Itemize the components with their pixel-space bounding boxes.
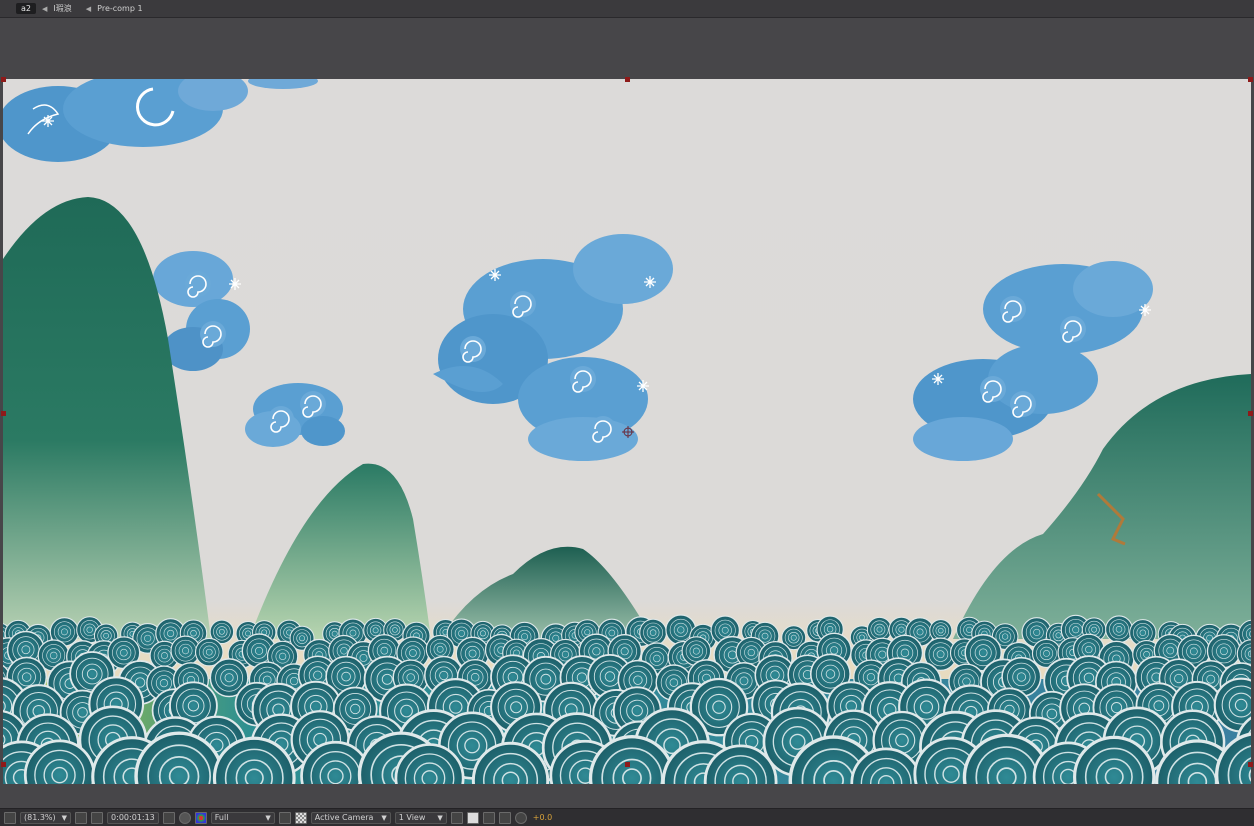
breadcrumb-item-a2[interactable]: a2: [16, 3, 36, 14]
timeline-icon[interactable]: [482, 811, 495, 824]
resolution-value: Full: [214, 813, 229, 822]
chevron-down-icon: ▼: [437, 813, 443, 822]
breadcrumb-item-2[interactable]: I瑕浪: [53, 3, 71, 14]
resolution-dropdown[interactable]: Full ▼: [210, 811, 275, 824]
magnification-value: (81.3%): [24, 813, 56, 822]
view-layout-value: 1 View: [398, 813, 426, 822]
show-snapshot-icon[interactable]: [178, 811, 191, 824]
comp-handle-bc[interactable]: [625, 762, 630, 767]
breadcrumb-arrow-icon: ◀: [42, 4, 48, 13]
current-time-field[interactable]: 0:00:01:13: [107, 811, 159, 824]
composition-viewer[interactable]: [0, 19, 1254, 806]
magnification-dropdown[interactable]: (81.3%) ▼: [20, 811, 72, 824]
viewer-breadcrumb: a2 ◀ I瑕浪 ◀ Pre-comp 1: [0, 0, 1254, 18]
comp-handle-br[interactable]: [1248, 762, 1253, 767]
comp-handle-tl[interactable]: [1, 77, 6, 82]
breadcrumb-arrow-icon: ◀: [85, 4, 92, 13]
reset-exposure-icon[interactable]: [514, 811, 527, 824]
grid-guides-icon[interactable]: [91, 811, 104, 824]
comp-handle-tr[interactable]: [1248, 77, 1253, 82]
region-of-interest-icon[interactable]: [278, 811, 291, 824]
comp-flowchart-icon[interactable]: [498, 811, 511, 824]
safe-zones-icon[interactable]: [75, 811, 88, 824]
view-layout-dropdown[interactable]: 1 View ▼: [394, 811, 447, 824]
snapshot-camera-icon[interactable]: [162, 811, 175, 824]
color-channels-icon[interactable]: [194, 811, 207, 824]
wave-field: [3, 614, 1251, 784]
comp-handle-tc[interactable]: [625, 77, 630, 82]
transparency-grid-icon[interactable]: [294, 811, 307, 824]
comp-handle-ml[interactable]: [1, 411, 6, 416]
breadcrumb-item-precomp[interactable]: Pre-comp 1: [97, 4, 142, 13]
chevron-down-icon: ▼: [61, 813, 68, 822]
chevron-down-icon: ▼: [265, 813, 271, 822]
always-preview-icon[interactable]: [4, 811, 16, 824]
comp-handle-bl[interactable]: [1, 762, 6, 767]
fast-previews-icon[interactable]: [466, 811, 479, 824]
camera-view-dropdown[interactable]: Active Camera ▼: [310, 811, 391, 824]
exposure-value[interactable]: +0.0: [533, 813, 552, 822]
composition-frame[interactable]: [3, 79, 1251, 784]
composition-artwork: [3, 79, 1251, 784]
viewer-controls-bar: (81.3%) ▼ 0:00:01:13 Full ▼ Active Camer…: [0, 808, 1254, 826]
timecode-value: 0:00:01:13: [111, 813, 155, 822]
comp-handle-mr[interactable]: [1248, 411, 1253, 416]
chevron-down-icon: ▼: [381, 813, 387, 822]
camera-view-value: Active Camera: [314, 813, 374, 822]
toggle-pixel-aspect-icon[interactable]: [450, 811, 463, 824]
